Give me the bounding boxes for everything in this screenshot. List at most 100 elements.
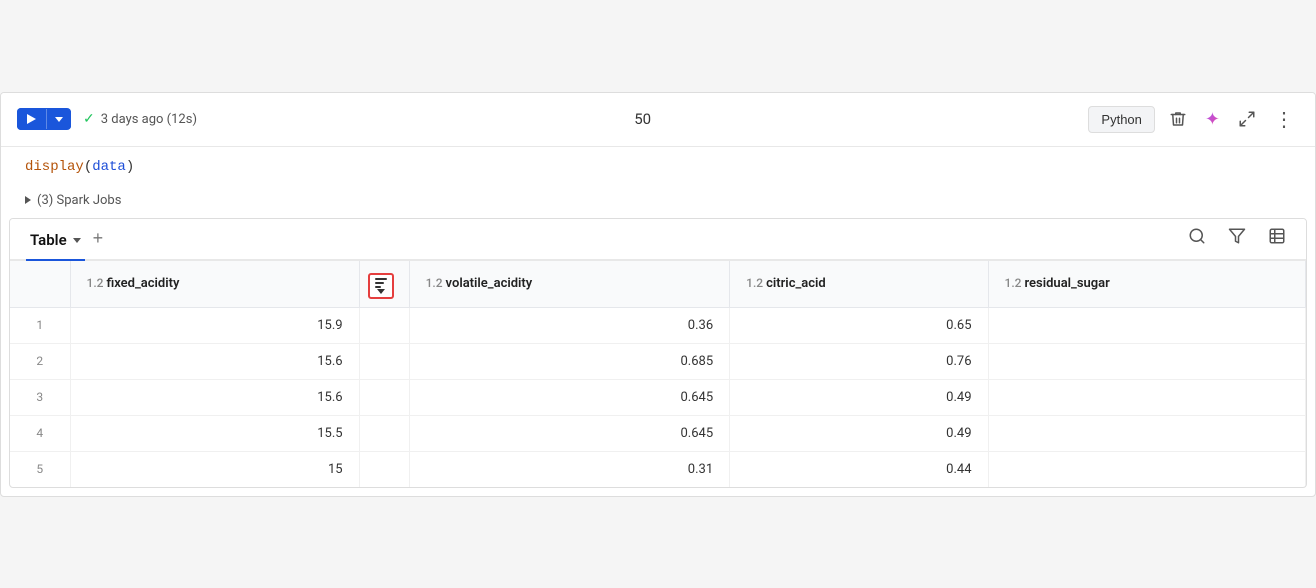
- volatile-acidity-value: 0.31: [409, 451, 730, 487]
- row-number: 1: [10, 307, 70, 343]
- expand-button[interactable]: [1234, 106, 1260, 132]
- delete-button[interactable]: [1165, 106, 1191, 132]
- col-header-fixed-acidity: 1.2 fixed_acidity: [70, 261, 359, 308]
- notebook-cell: ✓ 3 days ago (12s) 50 Python ✦: [0, 92, 1316, 497]
- spark-jobs-label: (3) Spark Jobs: [37, 193, 121, 208]
- residual-sugar-label: residual_sugar: [1025, 276, 1110, 291]
- layout-button[interactable]: [1264, 223, 1290, 254]
- execution-count: 50: [209, 110, 1076, 128]
- code-display-func: display: [25, 159, 84, 175]
- table-header: 1.2 fixed_acidity: [10, 261, 1306, 308]
- layout-icon: [1268, 227, 1286, 245]
- table-container: 1.2 fixed_acidity: [10, 261, 1306, 487]
- spark-jobs-row: (3) Spark Jobs: [1, 187, 1315, 218]
- citric-acid-value: 0.49: [730, 415, 988, 451]
- table-row: 315.6 0.6450.49: [10, 379, 1306, 415]
- col-header-citric-acid: 1.2 citric_acid: [730, 261, 988, 308]
- code-area: display(data): [1, 147, 1315, 187]
- volatile-acidity-value: 0.36: [409, 307, 730, 343]
- row-number: 3: [10, 379, 70, 415]
- fixed-acidity-value: 15.6: [70, 379, 359, 415]
- spark-expand-icon: [25, 196, 31, 204]
- run-button[interactable]: [17, 108, 46, 130]
- sort-line-2: [375, 282, 384, 284]
- volatile-acidity-label: volatile_acidity: [446, 276, 533, 291]
- row-num-header: [10, 261, 70, 308]
- search-icon: [1188, 227, 1206, 245]
- data-table: 1.2 fixed_acidity: [10, 261, 1306, 487]
- residual-sugar-value: [988, 343, 1305, 379]
- citric-acid-type: 1.2: [746, 276, 766, 290]
- ellipsis-icon: ⋮: [1274, 107, 1295, 132]
- header-row: 1.2 fixed_acidity: [10, 261, 1306, 308]
- row-number: 2: [10, 343, 70, 379]
- fixed-acidity-type: 1.2: [87, 276, 107, 290]
- col-header-residual-sugar: 1.2 residual_sugar: [988, 261, 1305, 308]
- volatile-acidity-type: 1.2: [426, 276, 446, 290]
- toolbar-actions: Python ✦ ⋮: [1088, 103, 1299, 136]
- table-tab[interactable]: Table: [26, 219, 85, 261]
- trash-icon: [1169, 110, 1187, 128]
- table-section: Table +: [9, 218, 1307, 488]
- check-icon: ✓: [83, 111, 95, 127]
- residual-sugar-value: [988, 451, 1305, 487]
- residual-sugar-type: 1.2: [1005, 276, 1025, 290]
- table-tab-label: Table: [30, 231, 67, 249]
- code-argument: data: [92, 159, 126, 175]
- citric-acid-value: 0.65: [730, 307, 988, 343]
- citric-acid-label: citric_acid: [766, 276, 826, 291]
- fixed-acidity-value: 15.5: [70, 415, 359, 451]
- volatile-acidity-value: 0.645: [409, 379, 730, 415]
- table-row: 115.9 0.360.65: [10, 307, 1306, 343]
- sort-lines: [375, 278, 387, 288]
- volatile-acidity-value: 0.685: [409, 343, 730, 379]
- row-number: 5: [10, 451, 70, 487]
- fixed-acidity-value: 15.9: [70, 307, 359, 343]
- filter-button[interactable]: [1224, 223, 1250, 254]
- sort-col-cell: [359, 379, 409, 415]
- sort-col-cell: [359, 415, 409, 451]
- table-row: 515 0.310.44: [10, 451, 1306, 487]
- code-paren-close: ): [126, 159, 134, 175]
- sort-col-cell: [359, 307, 409, 343]
- tab-chevron-icon: [73, 238, 81, 243]
- ai-button[interactable]: ✦: [1201, 105, 1224, 134]
- search-button[interactable]: [1184, 223, 1210, 254]
- sort-col-cell: [359, 451, 409, 487]
- table-row: 215.60.6850.76: [10, 343, 1306, 379]
- sort-col-cell: [359, 343, 409, 379]
- expand-icon: [1238, 110, 1256, 128]
- code-paren-open: (: [84, 159, 92, 175]
- table-tabs: Table +: [10, 219, 1306, 261]
- fixed-acidity-label: fixed_acidity: [106, 276, 179, 291]
- fixed-acidity-value: 15.6: [70, 343, 359, 379]
- more-button[interactable]: ⋮: [1270, 103, 1299, 136]
- table-row: 415.5 0.6450.49: [10, 415, 1306, 451]
- residual-sugar-value: [988, 379, 1305, 415]
- row-number: 4: [10, 415, 70, 451]
- citric-acid-value: 0.44: [730, 451, 988, 487]
- fixed-acidity-value: 15: [70, 451, 359, 487]
- chevron-down-icon: [55, 117, 63, 122]
- status-text: 3 days ago (12s): [101, 112, 197, 127]
- residual-sugar-value: [988, 415, 1305, 451]
- tab-actions: [1184, 223, 1290, 254]
- add-tab-button[interactable]: +: [85, 228, 112, 249]
- sort-line-1: [375, 278, 387, 280]
- volatile-acidity-value: 0.645: [409, 415, 730, 451]
- sort-line-3: [375, 286, 381, 288]
- language-button[interactable]: Python: [1088, 106, 1154, 133]
- run-btn-group: [17, 108, 71, 130]
- table-body: 115.90.360.65215.60.6850.76315.60.6450.4…: [10, 307, 1306, 487]
- sort-down-icon: [377, 289, 385, 294]
- run-icon: [27, 114, 36, 124]
- sort-button[interactable]: [368, 273, 394, 299]
- citric-acid-value: 0.49: [730, 379, 988, 415]
- sort-icon: [375, 278, 387, 294]
- status-indicator: ✓ 3 days ago (12s): [83, 111, 197, 127]
- cell-toolbar: ✓ 3 days ago (12s) 50 Python ✦: [1, 93, 1315, 147]
- filter-icon: [1228, 227, 1246, 245]
- residual-sugar-value: [988, 307, 1305, 343]
- col-header-sort-btn: [359, 261, 409, 308]
- run-dropdown-button[interactable]: [47, 111, 71, 128]
